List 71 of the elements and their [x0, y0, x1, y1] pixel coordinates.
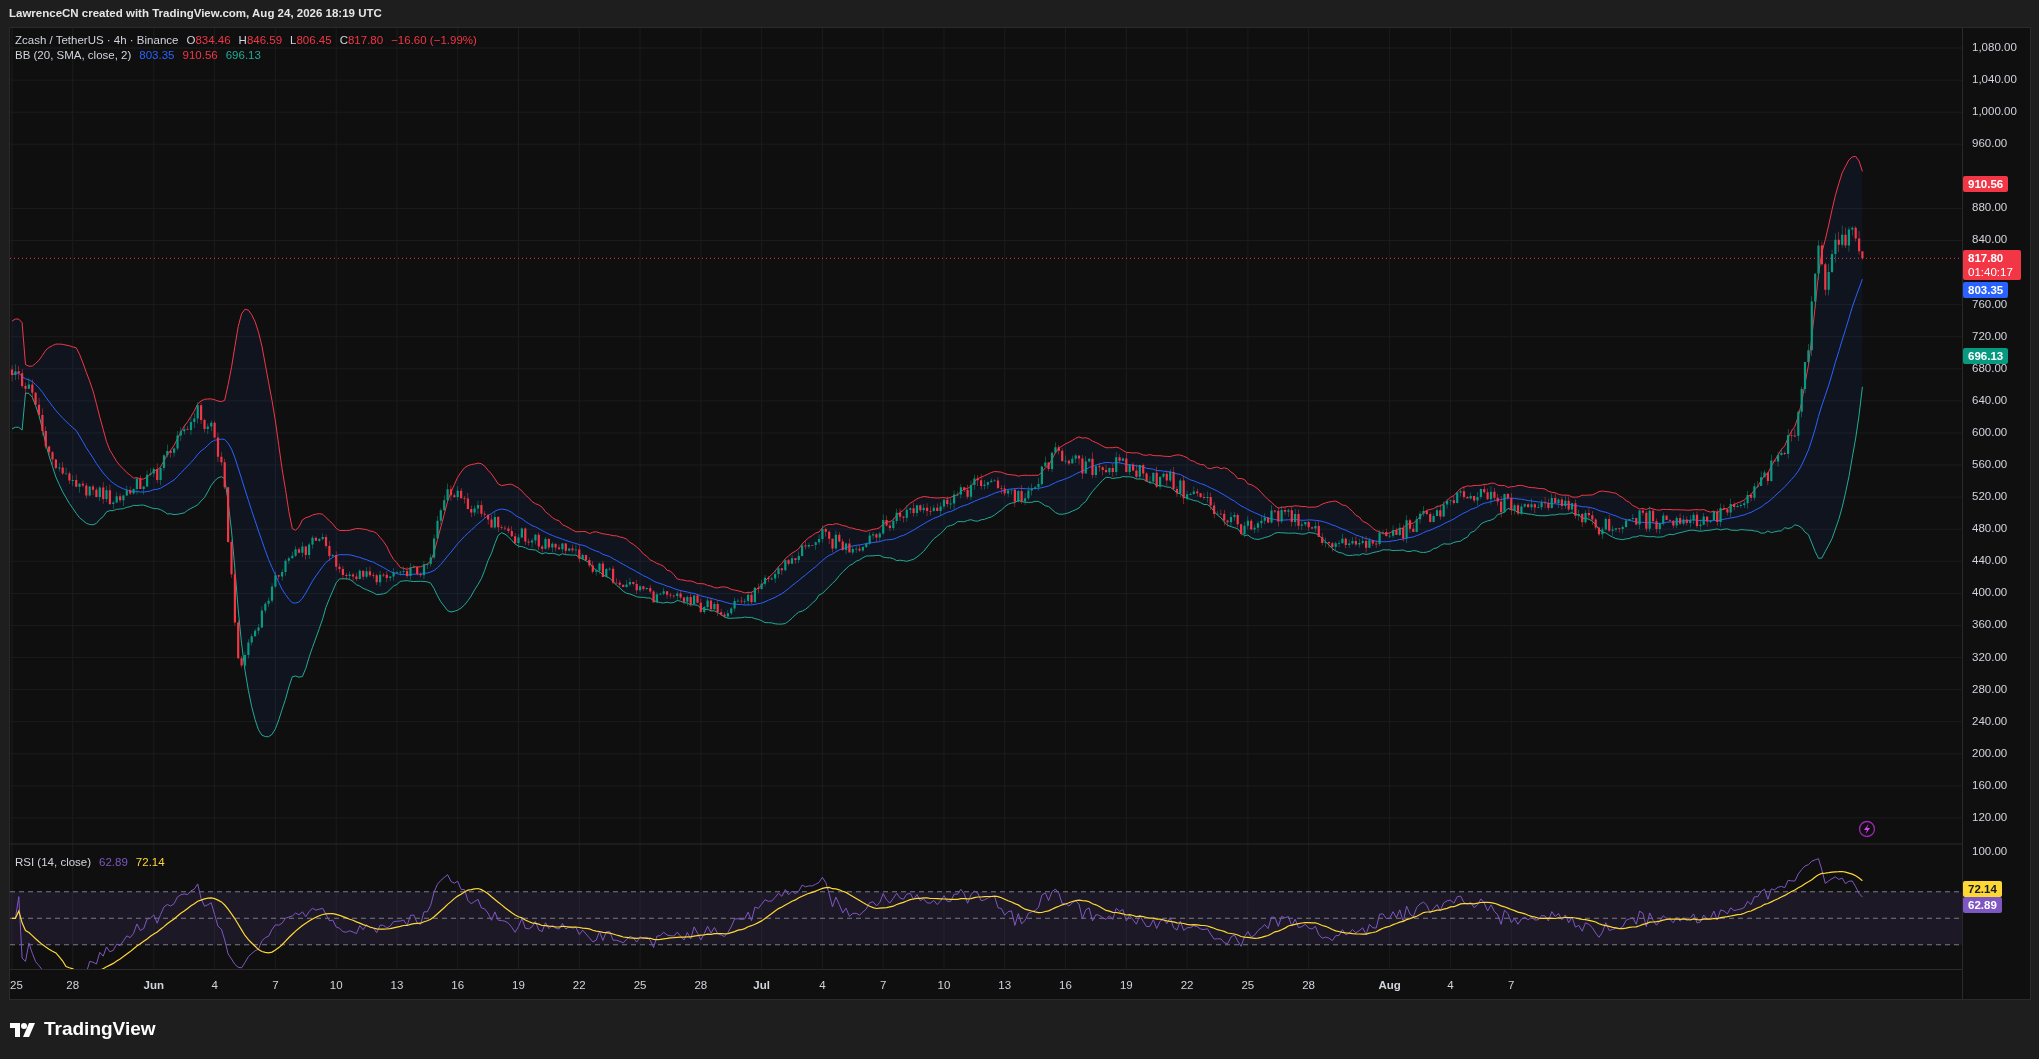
- date-label: Aug: [1378, 978, 1401, 993]
- price-label: 320.00: [1972, 649, 2008, 665]
- date-label: 4: [211, 978, 218, 993]
- date-label: 16: [451, 978, 465, 993]
- price-label: 1,040.00: [1972, 72, 2017, 88]
- price-badge: 696.13: [1963, 347, 2009, 364]
- ohlc-value: L806.45: [290, 33, 332, 48]
- ohlc-value: O834.46: [186, 33, 231, 48]
- price-label: 640.00: [1972, 393, 2008, 409]
- price-badge: 817.80 01:40:17: [1963, 250, 2021, 281]
- bollinger-value: 696.13: [225, 48, 261, 63]
- date-label: 19: [1119, 978, 1133, 993]
- bollinger-value: 803.35: [139, 48, 175, 63]
- date-label: Jun: [143, 978, 165, 993]
- date-label: 25: [633, 978, 647, 993]
- date-label: 22: [1180, 978, 1194, 993]
- rsi-badge: 72.14: [1963, 880, 2002, 897]
- date-label: 16: [1059, 978, 1072, 993]
- ohlc-value: H846.59: [238, 33, 283, 48]
- rsi-label: RSI (14, close): [15, 855, 92, 870]
- price-badge: 910.56: [1963, 175, 2009, 192]
- price-label: 120.00: [1972, 810, 2008, 826]
- price-badge: 803.35: [1963, 282, 2009, 299]
- price-label: 720.00: [1972, 329, 2008, 345]
- price-label: 280.00: [1972, 681, 2008, 697]
- date-label: 7: [272, 978, 279, 993]
- rsi-value: 72.14: [135, 855, 165, 870]
- date-label: 25: [10, 978, 23, 993]
- price-label: 360.00: [1972, 617, 2008, 633]
- date-label: 25: [1241, 978, 1255, 993]
- price-label: 440.00: [1972, 553, 2008, 569]
- price-label: 400.00: [1972, 585, 2008, 601]
- date-label: Jul: [753, 978, 770, 993]
- date-label: 28: [66, 978, 80, 993]
- price-label: 240.00: [1972, 714, 2008, 730]
- credit-text: LawrenceCN created with TradingView.com, Aug 24, 2026 18:19 UTC: [9, 5, 382, 21]
- date-label: 19: [512, 978, 525, 993]
- price-label: 960.00: [1972, 136, 2008, 152]
- bollinger-value: 910.56: [182, 48, 218, 63]
- lightning-icon[interactable]: [1858, 820, 1876, 838]
- tradingview-logo-icon: [10, 1021, 36, 1038]
- ohlc-value: C817.80: [339, 33, 384, 48]
- date-label: 7: [879, 978, 887, 993]
- price-label: 1,000.00: [1972, 104, 2017, 120]
- price-label: 680.00: [1972, 361, 2008, 377]
- price-label: 840.00: [1972, 232, 2008, 248]
- price-label: 880.00: [1972, 200, 2008, 216]
- price-label: 600.00: [1972, 425, 2008, 441]
- price-label: 520.00: [1972, 489, 2008, 505]
- price-label: 480.00: [1972, 521, 2008, 537]
- price-change: −16.60 (−1.99%): [391, 33, 477, 48]
- tradingview-logo[interactable]: TradingView: [10, 1015, 156, 1044]
- price-label: 160.00: [1972, 778, 2008, 794]
- date-label: 4: [1447, 978, 1454, 993]
- price-label: 200.00: [1972, 746, 2008, 762]
- symbol-text: Zcash / TetherUS · 4h · Binance: [15, 33, 179, 48]
- date-label: 10: [329, 978, 343, 993]
- date-label: 10: [937, 978, 951, 993]
- date-label: 28: [1302, 978, 1315, 993]
- bollinger-label: BB (20, SMA, close, 2): [15, 48, 132, 63]
- date-label: 22: [572, 978, 586, 993]
- date-label: 7: [1508, 978, 1515, 993]
- date-label: 13: [998, 978, 1012, 993]
- price-label: 560.00: [1972, 457, 2008, 473]
- date-label: 13: [390, 978, 404, 993]
- date-label: 28: [694, 978, 708, 993]
- rsi-scale-label: 100.00: [1972, 844, 2008, 860]
- date-label: 4: [819, 978, 826, 993]
- price-label: 1,080.00: [1972, 40, 2017, 56]
- rsi-value: 62.89: [99, 855, 128, 870]
- price-label: 760.00: [1972, 297, 2008, 312]
